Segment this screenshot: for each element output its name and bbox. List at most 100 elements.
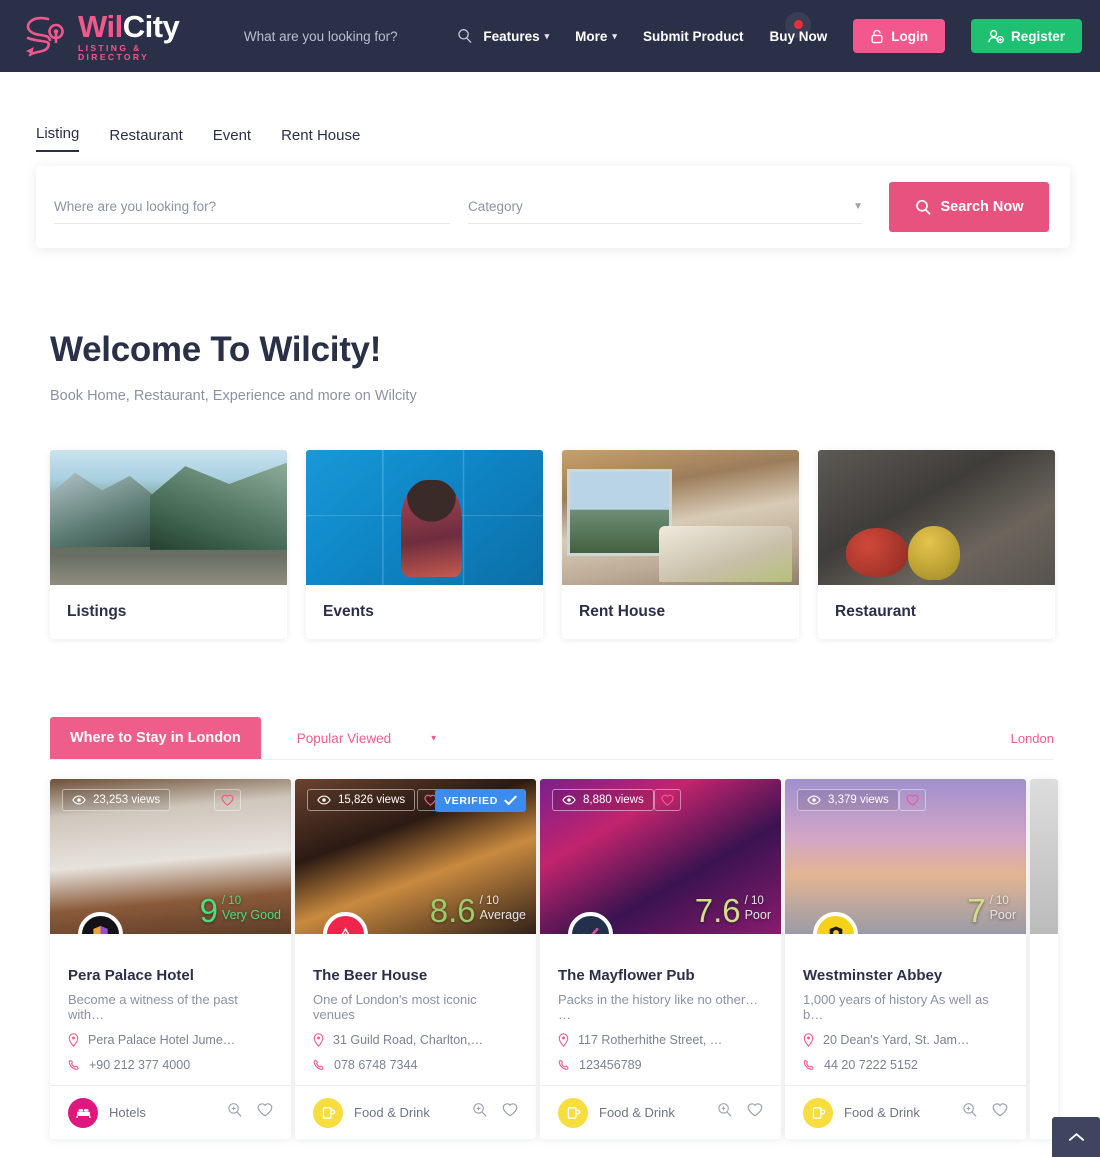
- listing-address: 20 Dean's Yard, St. Jam…: [823, 1033, 970, 1047]
- views-badge: 3,379 views: [797, 789, 899, 811]
- category-input[interactable]: [468, 199, 848, 214]
- avatar: [568, 912, 613, 934]
- register-button[interactable]: Register: [970, 19, 1082, 53]
- heart-icon[interactable]: [992, 1102, 1008, 1123]
- phone-icon: [68, 1059, 80, 1072]
- where-field[interactable]: [54, 191, 450, 224]
- heart-icon[interactable]: [747, 1102, 763, 1123]
- where-input[interactable]: [54, 199, 450, 214]
- favorite-button[interactable]: [214, 789, 241, 811]
- avatar: [323, 912, 368, 934]
- listing-image: 3,379 views 7 / 10 Poor: [785, 779, 1026, 934]
- listing-category: Food & Drink: [844, 1105, 920, 1120]
- listing-image: 8,880 views 7.6 / 10 Poor: [540, 779, 781, 934]
- category-card-rent-house[interactable]: Rent House: [562, 450, 799, 639]
- rating-badge: 7 / 10 Poor: [967, 891, 1016, 929]
- heart-icon: [661, 794, 674, 806]
- zoom-in-icon[interactable]: [472, 1102, 488, 1123]
- search-icon[interactable]: [457, 28, 473, 44]
- listing-title[interactable]: Westminster Abbey: [803, 967, 1008, 984]
- favorite-button[interactable]: [654, 789, 681, 811]
- listing-footer: Hotels: [50, 1085, 291, 1139]
- listing-description: 1,000 years of history As well as b…: [803, 992, 989, 1022]
- rating-score: 8.6: [429, 891, 476, 929]
- site-logo[interactable]: WilCity LISTING & DIRECTORY: [18, 11, 202, 61]
- category-field[interactable]: ▼: [468, 191, 863, 224]
- map-pin-icon: [68, 1033, 79, 1047]
- listing-card[interactable]: 23,253 views 9 / 10 Very Good Pera Palac…: [50, 779, 291, 1139]
- listing-title[interactable]: Pera Palace Hotel: [68, 967, 273, 984]
- listing-title[interactable]: The Mayflower Pub: [558, 967, 763, 984]
- beer-mug-icon: [558, 1097, 588, 1128]
- views-badge: 15,826 views: [307, 789, 416, 811]
- listing-title[interactable]: The Beer House: [313, 967, 518, 984]
- tab-listing[interactable]: Listing: [36, 125, 80, 152]
- listing-card[interactable]: 8,880 views 7.6 / 10 Poor The Mayflower …: [540, 779, 781, 1139]
- listing-card[interactable]: 15,826 views VERIFIED 8.6 / 10 Average T…: [295, 779, 536, 1139]
- favorite-button[interactable]: [899, 789, 926, 811]
- listing-actions: [717, 1102, 763, 1123]
- listing-section: Where to Stay in London Popular Viewed ▾…: [0, 639, 1100, 1139]
- listing-phone: +90 212 377 4000: [89, 1058, 191, 1072]
- category-image: [818, 450, 1055, 585]
- scroll-to-top-button[interactable]: [1052, 1117, 1100, 1157]
- search-now-button[interactable]: Search Now: [889, 182, 1049, 232]
- listing-card[interactable]: 3,379 views 7 / 10 Poor Westminster Abbe…: [785, 779, 1026, 1139]
- rating-badge: 9 / 10 Very Good: [200, 893, 281, 926]
- listing-actions: [962, 1102, 1008, 1123]
- tab-restaurant[interactable]: Restaurant: [109, 127, 182, 152]
- search-tabs: Listing Restaurant Event Rent House: [0, 72, 1100, 152]
- search-icon: [915, 199, 931, 215]
- category-image: [306, 450, 543, 585]
- search-panel: ▼ Search Now: [36, 166, 1070, 248]
- category-label: Rent House: [579, 603, 666, 620]
- heart-icon[interactable]: [502, 1102, 518, 1123]
- nav-item-more[interactable]: More ▾: [575, 29, 617, 44]
- page-body: Listing Restaurant Event Rent House ▼ Se…: [0, 72, 1100, 1139]
- city-label[interactable]: London: [1011, 731, 1054, 746]
- shield-icon: [93, 926, 108, 934]
- phone-icon: [313, 1059, 325, 1072]
- nav-item-buy-now[interactable]: Buy Now: [769, 11, 827, 44]
- listing-phone-row: 44 20 7222 5152: [803, 1058, 1008, 1072]
- listing-phone: 123456789: [579, 1058, 642, 1072]
- page-title: Welcome To Wilcity!: [50, 330, 382, 369]
- rating-badge: 8.6 / 10 Average: [429, 891, 526, 929]
- nav-item-features[interactable]: Features ▾: [483, 29, 549, 44]
- zoom-in-icon[interactable]: [717, 1102, 733, 1123]
- sort-label: Popular Viewed: [296, 730, 392, 746]
- check-icon: [504, 795, 517, 805]
- tab-rent-house[interactable]: Rent House: [281, 127, 360, 152]
- welcome-section: Welcome To Wilcity! Book Home, Restauran…: [0, 248, 1100, 404]
- nav-label: Features: [483, 28, 540, 44]
- sort-dropdown[interactable]: Popular Viewed ▾: [297, 731, 436, 746]
- listing-phone: 44 20 7222 5152: [824, 1058, 918, 1072]
- search-now-label: Search Now: [940, 199, 1024, 215]
- rating-word: Poor: [744, 908, 771, 923]
- check-icon: [583, 927, 599, 934]
- tab-event[interactable]: Event: [213, 127, 251, 152]
- zoom-in-icon[interactable]: [227, 1102, 243, 1123]
- rating-score: 7: [967, 891, 986, 929]
- category-image: [50, 450, 287, 585]
- heart-icon[interactable]: [257, 1102, 273, 1123]
- listing-card-partial[interactable]: [1030, 779, 1058, 1139]
- category-card-listings[interactable]: Listings: [50, 450, 287, 639]
- beer-mug-icon: [803, 1097, 833, 1128]
- listing-phone: 078 6748 7344: [334, 1058, 418, 1072]
- nav-label: Submit Product: [642, 28, 744, 44]
- header-search[interactable]: [243, 28, 484, 44]
- listing-footer: Food & Drink: [540, 1085, 781, 1139]
- listing-category: Food & Drink: [354, 1105, 430, 1120]
- category-card-restaurant[interactable]: Restaurant: [818, 450, 1055, 639]
- category-card-events[interactable]: Events: [306, 450, 543, 639]
- header-search-input[interactable]: [243, 28, 449, 44]
- rating-score: 7.6: [694, 891, 741, 929]
- rating-outof: / 10: [744, 895, 764, 907]
- login-button[interactable]: Login: [853, 19, 945, 53]
- listing-actions: [472, 1102, 518, 1123]
- listing-tab-where-to-stay[interactable]: Where to Stay in London: [50, 717, 261, 759]
- nav-item-submit-product[interactable]: Submit Product: [643, 29, 744, 44]
- zoom-in-icon[interactable]: [962, 1102, 978, 1123]
- listing-footer: Food & Drink: [295, 1085, 536, 1139]
